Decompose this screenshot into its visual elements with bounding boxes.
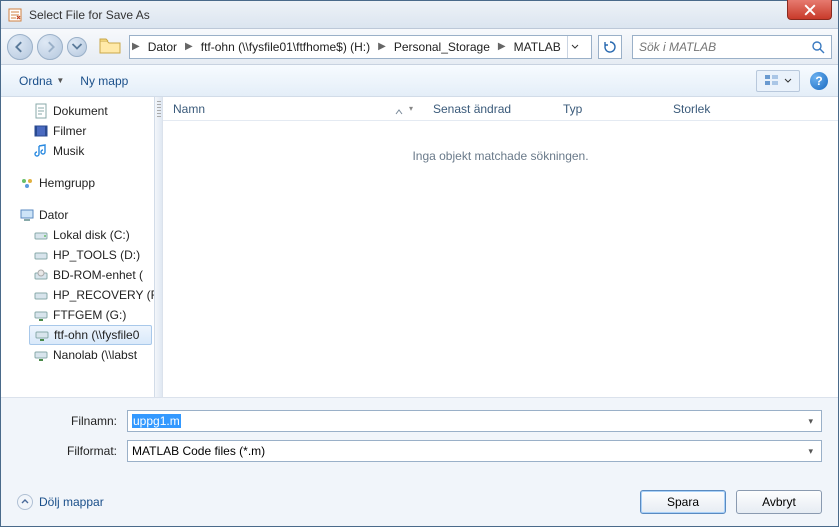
crumb-folder1[interactable]: Personal_Storage [388, 36, 496, 58]
close-button[interactable] [787, 0, 832, 20]
folder-icon [99, 37, 121, 57]
disk-icon [33, 227, 49, 243]
column-modified[interactable]: Senast ändrad [423, 97, 553, 120]
refresh-button[interactable] [598, 35, 622, 59]
sort-asc-icon [395, 105, 403, 113]
computer-icon [19, 207, 35, 223]
crumb-folder2[interactable]: MATLAB [508, 36, 567, 58]
recent-dropdown[interactable] [67, 37, 87, 57]
sidebar-homegroup[interactable]: Hemgrupp [1, 173, 162, 193]
sidebar-drive-bd[interactable]: BD-ROM-enhet ( [1, 265, 162, 285]
app-icon [7, 7, 23, 23]
disk-icon [33, 247, 49, 263]
filename-value: uppg1.m [132, 414, 181, 428]
network-drive-icon [33, 347, 49, 363]
sidebar-drive-h[interactable]: ftf-ohn (\\fysfile0 [29, 325, 152, 345]
titlebar: Select File for Save As [1, 1, 838, 29]
sidebar-drive-c[interactable]: Lokal disk (C:) [1, 225, 162, 245]
column-headers: Namn ▾ Senast ändrad Typ Storlek [163, 97, 838, 121]
breadcrumb[interactable]: ▶ Dator ▶ ftf-ohn (\\fysfile01\ftfhome$)… [129, 35, 592, 59]
search-icon[interactable] [811, 40, 825, 54]
filename-input[interactable]: uppg1.m ▾ [127, 410, 822, 432]
footer: Dölj mappar Spara Avbryt [1, 478, 838, 526]
form-area: Filnamn: uppg1.m ▾ Filformat: MATLAB Cod… [1, 397, 838, 478]
filename-dropdown[interactable]: ▾ [804, 416, 817, 427]
cancel-button[interactable]: Avbryt [736, 490, 822, 514]
chevron-right-icon: ▶ [183, 41, 195, 52]
sidebar-computer[interactable]: Dator [1, 205, 162, 225]
back-button[interactable] [7, 34, 33, 60]
crumb-drive[interactable]: ftf-ohn (\\fysfile01\ftfhome$) (H:) [195, 36, 376, 58]
optical-icon [33, 267, 49, 283]
column-name[interactable]: Namn ▾ [163, 97, 423, 120]
window-title: Select File for Save As [29, 8, 150, 22]
sidebar-drive-nano[interactable]: Nanolab (\\labst [1, 345, 162, 365]
chevron-right-icon: ▶ [376, 41, 388, 52]
network-drive-icon [33, 307, 49, 323]
crumb-computer[interactable]: Dator [142, 36, 183, 58]
forward-button[interactable] [37, 34, 63, 60]
chevron-down-icon: ▼ [56, 76, 64, 85]
sidebar-music[interactable]: Musik [1, 141, 162, 161]
chevron-up-icon [17, 494, 33, 510]
breadcrumb-dropdown[interactable] [567, 36, 583, 58]
nav-bar: ▶ Dator ▶ ftf-ohn (\\fysfile01\ftfhome$)… [1, 29, 838, 65]
sidebar-documents[interactable]: Dokument [1, 101, 162, 121]
chevron-down-icon[interactable]: ▾ [409, 104, 413, 113]
column-size[interactable]: Storlek [663, 97, 838, 120]
view-mode-button[interactable] [756, 70, 800, 92]
sidebar-resize-handle[interactable] [154, 97, 162, 397]
sidebar-videos[interactable]: Filmer [1, 121, 162, 141]
format-select[interactable]: MATLAB Code files (*.m) ▾ [127, 440, 822, 462]
organize-menu[interactable]: Ordna ▼ [11, 70, 72, 92]
empty-message: Inga objekt matchade sökningen. [163, 121, 838, 163]
music-icon [33, 143, 49, 159]
sidebar-drive-d[interactable]: HP_TOOLS (D:) [1, 245, 162, 265]
network-drive-icon [34, 327, 50, 343]
format-value: MATLAB Code files (*.m) [132, 444, 265, 458]
body: Dokument Filmer Musik Hemgrupp Dator [1, 97, 838, 397]
sidebar: Dokument Filmer Musik Hemgrupp Dator [1, 97, 163, 397]
toolbar: Ordna ▼ Ny mapp ? [1, 65, 838, 97]
new-folder-button[interactable]: Ny mapp [72, 70, 136, 92]
format-dropdown[interactable]: ▾ [804, 446, 817, 457]
chevron-right-icon[interactable]: ▶ [130, 41, 142, 52]
file-list-area: Namn ▾ Senast ändrad Typ Storlek Inga ob… [163, 97, 838, 397]
hide-folders-toggle[interactable]: Dölj mappar [17, 494, 104, 510]
homegroup-icon [19, 175, 35, 191]
help-button[interactable]: ? [810, 72, 828, 90]
chevron-right-icon: ▶ [496, 41, 508, 52]
save-button[interactable]: Spara [640, 490, 726, 514]
filename-label: Filnamn: [17, 414, 127, 428]
disk-icon [33, 287, 49, 303]
save-as-dialog: Select File for Save As ▶ Dator ▶ ftf-oh… [0, 0, 839, 527]
sidebar-drive-g[interactable]: FTFGEM (G:) [1, 305, 162, 325]
search-box[interactable] [632, 35, 832, 59]
sidebar-drive-f[interactable]: HP_RECOVERY (F [1, 285, 162, 305]
document-icon [33, 103, 49, 119]
column-type[interactable]: Typ [553, 97, 663, 120]
format-label: Filformat: [17, 444, 127, 458]
film-icon [33, 123, 49, 139]
search-input[interactable] [639, 40, 811, 54]
